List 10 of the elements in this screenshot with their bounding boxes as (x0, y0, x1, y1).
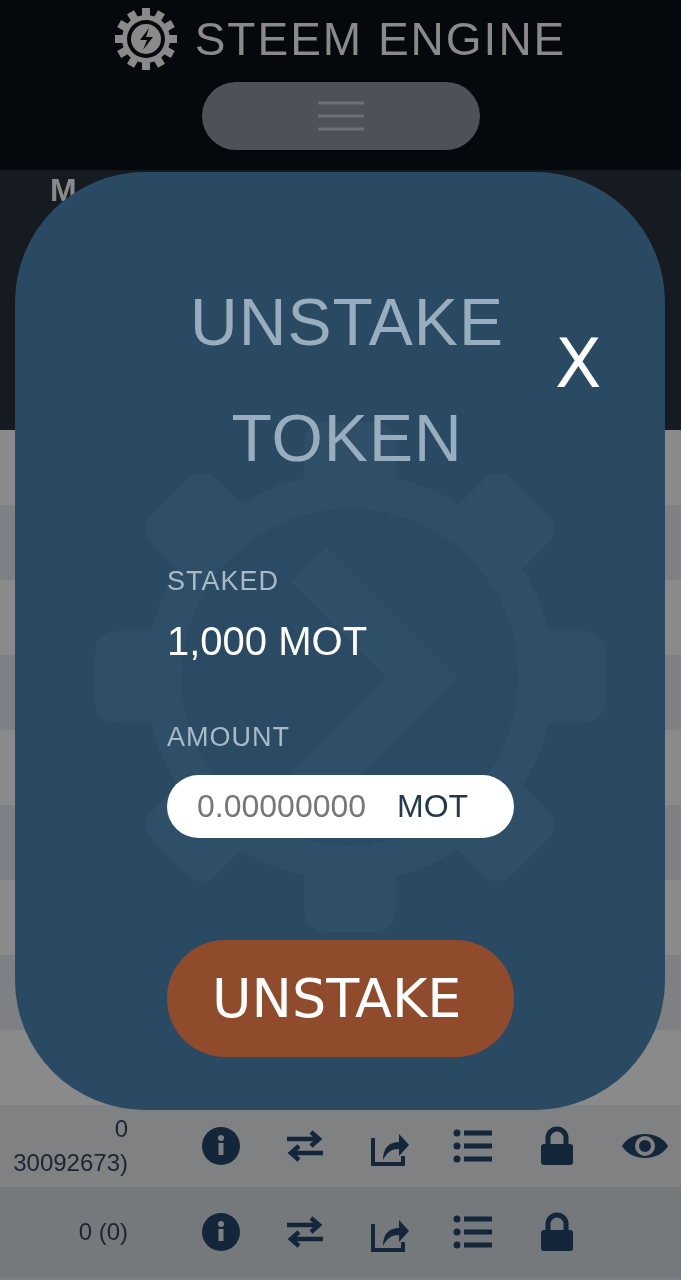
info-icon[interactable] (201, 1126, 241, 1166)
gear-logo-icon (114, 8, 177, 70)
info-icon[interactable] (201, 1212, 241, 1252)
logo-text: STEEM ENGINE (194, 12, 567, 66)
dialog-title: UNSTAKE TOKEN (189, 284, 505, 477)
menu-icon (317, 100, 364, 132)
close-button[interactable]: X (555, 330, 602, 398)
balance-text: 0 30092673) (12, 1114, 128, 1178)
balance-text: 0 (0) (77, 1217, 128, 1248)
unstake-button[interactable]: UNSTAKE (167, 940, 514, 1057)
